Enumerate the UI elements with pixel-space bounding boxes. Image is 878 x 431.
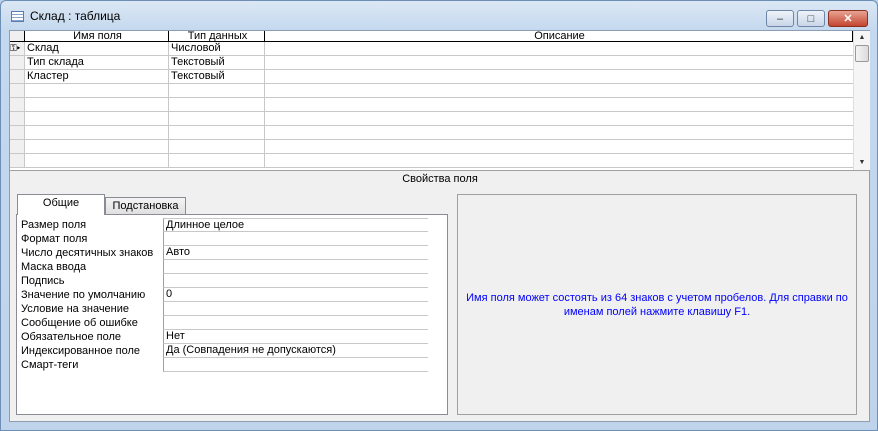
- property-label: Размер поля: [21, 219, 87, 231]
- description-cell[interactable]: [265, 112, 853, 125]
- property-row: Число десятичных знаков Авто: [17, 246, 447, 260]
- tab-general[interactable]: Общие: [17, 194, 105, 215]
- field-name-cell[interactable]: [25, 126, 169, 139]
- table-design-window: Склад : таблица – □ ✕ Имя поля Тип данны…: [0, 0, 878, 431]
- header-description: Описание: [265, 31, 853, 41]
- row-selector[interactable]: ⚿▸: [10, 42, 25, 55]
- field-name-cell[interactable]: Кластер: [25, 70, 169, 83]
- help-text: Имя поля может состоять из 64 знаков с у…: [457, 194, 857, 415]
- field-name-cell[interactable]: Склад: [25, 42, 169, 55]
- field-name-cell[interactable]: [25, 140, 169, 153]
- property-label: Значение по умолчанию: [21, 289, 146, 301]
- property-row: Индексированное поле Да (Совпадения не до…: [17, 344, 447, 358]
- data-type-cell[interactable]: [169, 154, 265, 167]
- property-value[interactable]: [163, 274, 428, 288]
- table-row[interactable]: [10, 98, 853, 112]
- property-row: Формат поля: [17, 232, 447, 246]
- description-cell[interactable]: [265, 56, 853, 69]
- data-type-cell[interactable]: [169, 140, 265, 153]
- property-value[interactable]: [163, 302, 428, 316]
- description-cell[interactable]: [265, 154, 853, 167]
- property-value[interactable]: [163, 358, 428, 372]
- row-selector[interactable]: [10, 140, 25, 153]
- property-value[interactable]: Авто: [163, 246, 428, 260]
- property-row: Сообщение об ошибке: [17, 316, 447, 330]
- grid-scrollbar[interactable]: ▲ ▼: [853, 31, 870, 170]
- field-name-cell[interactable]: [25, 98, 169, 111]
- header-field-name: Имя поля: [25, 31, 169, 41]
- property-row: Значение по умолчанию 0: [17, 288, 447, 302]
- property-value[interactable]: Да (Совпадения не допускаются): [163, 344, 428, 358]
- table-row[interactable]: ⚿▸ Склад Числовой: [10, 42, 853, 56]
- property-label: Число десятичных знаков: [21, 247, 154, 259]
- property-label: Маска ввода: [21, 261, 87, 273]
- row-selector[interactable]: [10, 126, 25, 139]
- data-type-cell[interactable]: [169, 126, 265, 139]
- minimize-button[interactable]: –: [766, 10, 794, 27]
- field-properties-label: Свойства поля: [10, 170, 870, 187]
- row-selector[interactable]: [10, 154, 25, 167]
- property-row: Размер поля Длинное целое: [17, 218, 447, 232]
- property-value[interactable]: [163, 316, 428, 330]
- table-row[interactable]: [10, 140, 853, 154]
- window-title: Склад : таблица: [30, 9, 121, 23]
- data-type-cell[interactable]: Текстовый: [169, 70, 265, 83]
- table-row[interactable]: [10, 126, 853, 140]
- table-row[interactable]: [10, 84, 853, 98]
- table-row[interactable]: [10, 154, 853, 168]
- property-label: Обязательное поле: [21, 331, 122, 343]
- property-value[interactable]: Нет: [163, 330, 428, 344]
- row-selector[interactable]: [10, 98, 25, 111]
- row-selector[interactable]: [10, 70, 25, 83]
- property-label: Подпись: [21, 275, 65, 287]
- close-button[interactable]: ✕: [828, 10, 868, 27]
- description-cell[interactable]: [265, 70, 853, 83]
- field-name-cell[interactable]: [25, 84, 169, 97]
- property-label: Индексированное поле: [21, 345, 140, 357]
- maximize-button[interactable]: □: [797, 10, 825, 27]
- property-row: Маска ввода: [17, 260, 447, 274]
- table-row[interactable]: Кластер Текстовый: [10, 70, 853, 84]
- data-type-cell[interactable]: [169, 98, 265, 111]
- field-name-cell[interactable]: [25, 154, 169, 167]
- row-selector[interactable]: [10, 112, 25, 125]
- field-grid: Имя поля Тип данных Описание ⚿▸ Склад Числ…: [10, 31, 853, 170]
- description-cell[interactable]: [265, 98, 853, 111]
- field-name-cell[interactable]: Тип склада: [25, 56, 169, 69]
- property-label: Условие на значение: [21, 303, 130, 315]
- data-type-cell[interactable]: Числовой: [169, 42, 265, 55]
- row-selector[interactable]: [10, 56, 25, 69]
- property-value[interactable]: 0: [163, 288, 428, 302]
- property-label: Формат поля: [21, 233, 88, 245]
- data-type-cell[interactable]: Текстовый: [169, 56, 265, 69]
- properties-panel: Размер поля Длинное целое Формат поля Число…: [16, 214, 448, 415]
- scroll-up-icon[interactable]: ▲: [854, 31, 870, 45]
- scroll-down-icon[interactable]: ▼: [854, 156, 870, 170]
- table-row[interactable]: Тип склада Текстовый: [10, 56, 853, 70]
- data-type-cell[interactable]: [169, 112, 265, 125]
- table-icon: [11, 10, 24, 22]
- field-name-cell[interactable]: [25, 112, 169, 125]
- description-cell[interactable]: [265, 42, 853, 55]
- header-data-type: Тип данных: [169, 31, 265, 41]
- description-cell[interactable]: [265, 140, 853, 153]
- property-row: Условие на значение: [17, 302, 447, 316]
- property-row: Смарт-теги: [17, 358, 447, 372]
- table-row[interactable]: [10, 112, 853, 126]
- title-bar: Склад : таблица: [11, 9, 120, 23]
- property-row: Подпись: [17, 274, 447, 288]
- row-selector-header: [10, 31, 25, 41]
- property-label: Сообщение об ошибке: [21, 317, 138, 329]
- property-row: Обязательное поле Нет: [17, 330, 447, 344]
- property-value[interactable]: Длинное целое: [163, 218, 428, 232]
- description-cell[interactable]: [265, 84, 853, 97]
- primary-key-icon: ⚿▸: [10, 43, 21, 53]
- description-cell[interactable]: [265, 126, 853, 139]
- row-selector[interactable]: [10, 84, 25, 97]
- scroll-thumb[interactable]: [855, 45, 869, 62]
- data-type-cell[interactable]: [169, 84, 265, 97]
- property-label: Смарт-теги: [21, 359, 79, 371]
- property-value[interactable]: [163, 232, 428, 246]
- property-value[interactable]: [163, 260, 428, 274]
